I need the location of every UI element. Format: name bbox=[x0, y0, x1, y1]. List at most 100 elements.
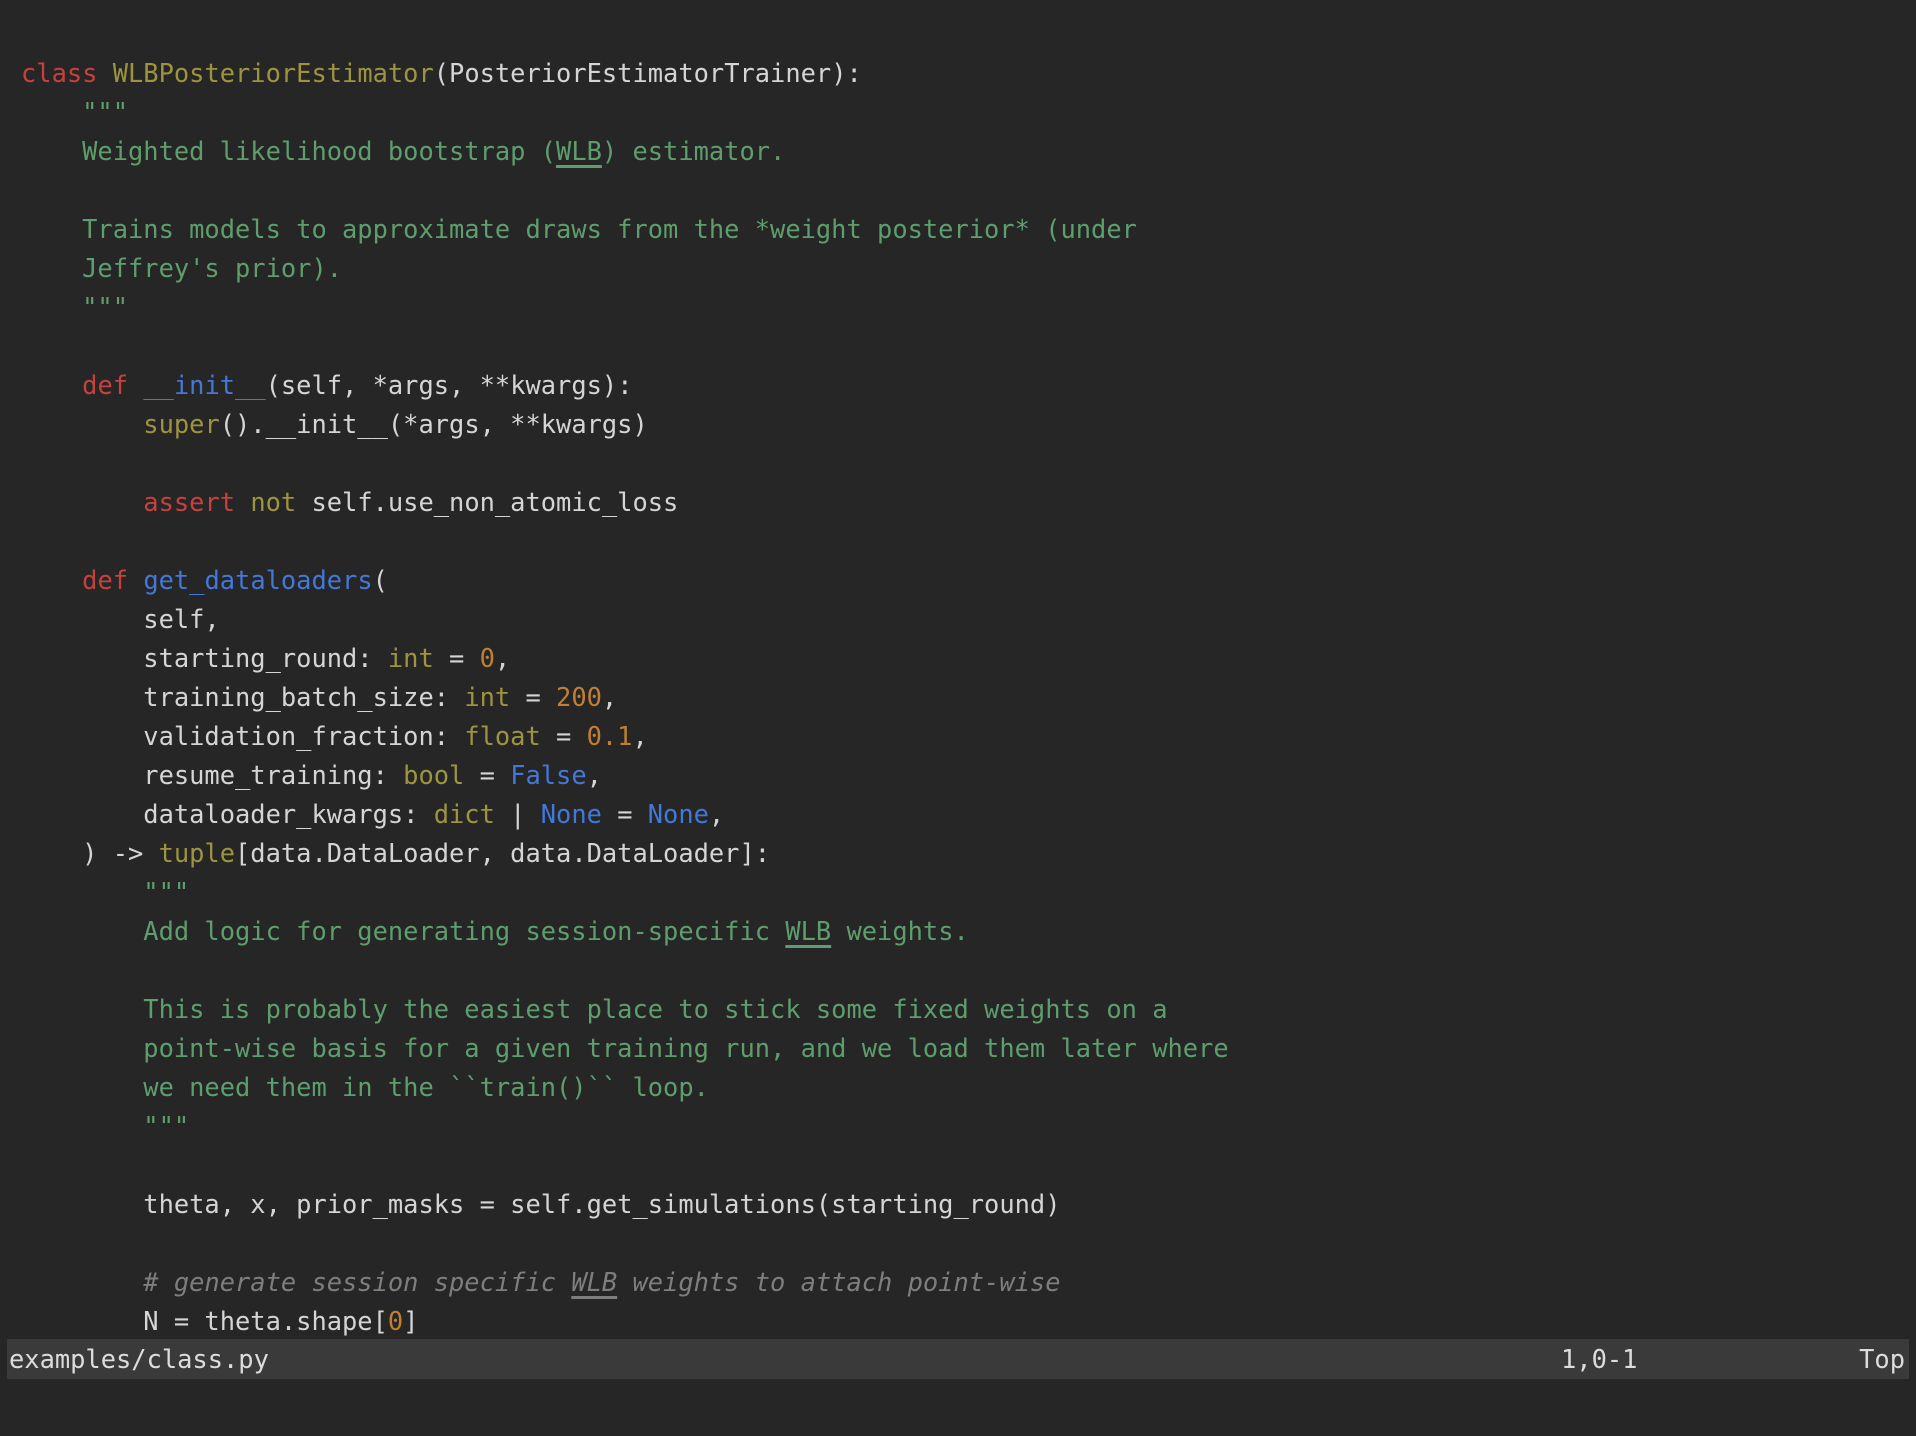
code-line: validation_fraction: float = 0.1, bbox=[21, 717, 1916, 756]
code-token: get_dataloaders bbox=[143, 565, 372, 595]
code-token: Jeffrey's prior). bbox=[21, 253, 342, 283]
code-token: bool bbox=[403, 760, 464, 790]
code-line: we need them in the ``train()`` loop. bbox=[21, 1068, 1916, 1107]
code-token: (self, *args, **kwargs): bbox=[266, 370, 633, 400]
code-token: """ bbox=[21, 97, 128, 127]
code-token: dataloader_kwargs: bbox=[21, 799, 434, 829]
code-token: 0 bbox=[480, 643, 495, 673]
code-line: Add logic for generating session-specifi… bbox=[21, 912, 1916, 951]
code-token: This is probably the easiest place to st… bbox=[21, 994, 1167, 1024]
code-line: This is probably the easiest place to st… bbox=[21, 990, 1916, 1029]
code-token bbox=[21, 487, 143, 517]
code-line: Jeffrey's prior). bbox=[21, 249, 1916, 288]
code-editor[interactable]: class WLBPosteriorEstimator(PosteriorEst… bbox=[21, 54, 1916, 1341]
code-line: # generate session specific WLB weights … bbox=[21, 1263, 1916, 1302]
statusline-scroll-position: Top bbox=[1859, 1339, 1905, 1379]
code-token: def bbox=[82, 370, 128, 400]
code-token: = bbox=[541, 721, 587, 751]
code-token: , bbox=[632, 721, 647, 751]
statusline-filename: examples/class.py bbox=[9, 1339, 269, 1379]
code-token: def bbox=[82, 565, 128, 595]
code-token: , bbox=[602, 682, 617, 712]
code-token: weights to attach point-wise bbox=[617, 1267, 1060, 1297]
code-line: point-wise basis for a given training ru… bbox=[21, 1029, 1916, 1068]
code-token: super bbox=[143, 409, 219, 439]
code-token: Weighted likelihood bootstrap ( bbox=[21, 136, 556, 166]
code-line: Trains models to approximate draws from … bbox=[21, 210, 1916, 249]
code-line: N = theta.shape[0] bbox=[21, 1302, 1916, 1341]
code-line: resume_training: bool = False, bbox=[21, 756, 1916, 795]
code-token: assert bbox=[143, 487, 235, 517]
code-token: tuple bbox=[159, 838, 235, 868]
code-token: """ bbox=[21, 1111, 189, 1141]
code-line: theta, x, prior_masks = self.get_simulat… bbox=[21, 1185, 1916, 1224]
code-token: Trains models to approximate draws from … bbox=[21, 214, 1137, 244]
code-token: self, bbox=[21, 604, 220, 634]
code-token: float bbox=[464, 721, 540, 751]
code-token: [data.DataLoader, data.DataLoader]: bbox=[235, 838, 770, 868]
code-token: , bbox=[495, 643, 510, 673]
code-token bbox=[21, 409, 143, 439]
code-token: = bbox=[464, 760, 510, 790]
code-token: WLB bbox=[785, 916, 831, 946]
code-token bbox=[97, 58, 112, 88]
code-line: training_batch_size: int = 200, bbox=[21, 678, 1916, 717]
code-token: False bbox=[510, 760, 586, 790]
code-token bbox=[21, 565, 82, 595]
code-line: def get_dataloaders( bbox=[21, 561, 1916, 600]
code-line bbox=[21, 327, 1916, 366]
code-token: we need them in the ``train()`` loop. bbox=[21, 1072, 709, 1102]
code-token: class bbox=[21, 58, 97, 88]
code-token: = bbox=[434, 643, 480, 673]
code-token: training_batch_size: bbox=[21, 682, 464, 712]
code-line: """ bbox=[21, 288, 1916, 327]
code-line bbox=[21, 1224, 1916, 1263]
code-token: ) -> bbox=[21, 838, 159, 868]
code-token bbox=[21, 370, 82, 400]
code-line bbox=[21, 951, 1916, 990]
code-line: def __init__(self, *args, **kwargs): bbox=[21, 366, 1916, 405]
code-token: None bbox=[541, 799, 602, 829]
code-line: super().__init__(*args, **kwargs) bbox=[21, 405, 1916, 444]
code-token: int bbox=[388, 643, 434, 673]
code-token: ) estimator. bbox=[602, 136, 785, 166]
code-token: starting_round: bbox=[21, 643, 388, 673]
code-token: , bbox=[587, 760, 602, 790]
code-token bbox=[235, 487, 250, 517]
code-line: """ bbox=[21, 93, 1916, 132]
code-token: = bbox=[510, 682, 556, 712]
code-token: Add logic for generating session-specifi… bbox=[21, 916, 785, 946]
code-token: # generate session specific bbox=[21, 1267, 571, 1297]
code-token: 200 bbox=[556, 682, 602, 712]
code-line: class WLBPosteriorEstimator(PosteriorEst… bbox=[21, 54, 1916, 93]
code-token: point-wise basis for a given training ru… bbox=[21, 1033, 1229, 1063]
code-token: """ bbox=[21, 877, 189, 907]
code-line bbox=[21, 1146, 1916, 1185]
code-token: int bbox=[464, 682, 510, 712]
code-token: WLB bbox=[571, 1267, 617, 1297]
code-token: __init__ bbox=[143, 370, 265, 400]
code-token: WLBPosteriorEstimator bbox=[113, 58, 434, 88]
code-line bbox=[21, 444, 1916, 483]
code-token: self.use_non_atomic_loss bbox=[296, 487, 678, 517]
code-token: N = theta.shape[ bbox=[21, 1306, 388, 1336]
code-line: ) -> tuple[data.DataLoader, data.DataLoa… bbox=[21, 834, 1916, 873]
code-token bbox=[128, 370, 143, 400]
code-token: WLB bbox=[556, 136, 602, 166]
code-token: theta, x, prior_masks = self.get_simulat… bbox=[21, 1189, 1060, 1219]
vim-command-line bbox=[7, 1379, 1909, 1419]
code-line bbox=[21, 522, 1916, 561]
code-token: not bbox=[250, 487, 296, 517]
terminal-window: class WLBPosteriorEstimator(PosteriorEst… bbox=[0, 0, 1916, 1436]
code-line: """ bbox=[21, 873, 1916, 912]
code-line: self, bbox=[21, 600, 1916, 639]
code-line: Weighted likelihood bootstrap (WLB) esti… bbox=[21, 132, 1916, 171]
code-token: dict bbox=[434, 799, 495, 829]
code-token: 0.1 bbox=[587, 721, 633, 751]
statusline-ruler: 1,0-1 bbox=[1561, 1339, 1637, 1379]
code-token: weights. bbox=[831, 916, 969, 946]
code-line: assert not self.use_non_atomic_loss bbox=[21, 483, 1916, 522]
vim-statusline: examples/class.py 1,0-1 Top bbox=[7, 1339, 1909, 1379]
code-token: validation_fraction: bbox=[21, 721, 464, 751]
code-token: ] bbox=[403, 1306, 418, 1336]
